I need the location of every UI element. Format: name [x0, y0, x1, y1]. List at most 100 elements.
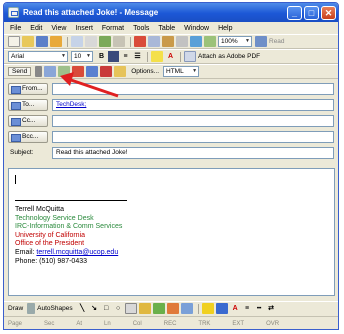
signature-email-line: Email: terrell.mcquitta@ucop.edu [15, 249, 334, 258]
signature-email-label: Email: [15, 248, 35, 256]
importance-high-icon[interactable] [72, 66, 85, 77]
spelling-icon[interactable] [99, 36, 111, 47]
status-ovr: OVR [266, 320, 280, 327]
arrow-style-icon[interactable]: ⇄ [266, 303, 277, 314]
menu-file[interactable]: File [10, 25, 21, 32]
from-field[interactable] [52, 82, 334, 95]
from-row: From... [8, 81, 334, 96]
signature-divider [15, 200, 127, 201]
select-objects-icon[interactable] [27, 303, 36, 314]
drawing-toolbar: Draw AutoShapes ╲ ↘ □ ○ A ≡ ┅ ⇄ [4, 301, 338, 315]
line-icon[interactable]: ╲ [77, 303, 88, 314]
line-style-icon[interactable]: ≡ [242, 303, 253, 314]
numbering-icon[interactable]: ☰ [132, 51, 143, 62]
window-title: Read this attached Joke! - Message [23, 8, 159, 17]
menu-format[interactable]: Format [102, 25, 124, 32]
close-button[interactable]: ✕ [321, 5, 336, 20]
menu-table[interactable]: Table [158, 25, 175, 32]
bcc-button[interactable]: Bcc... [8, 130, 48, 143]
print-preview-icon[interactable] [85, 36, 97, 47]
picture-icon[interactable] [180, 303, 193, 314]
read-button[interactable]: Read [269, 38, 285, 45]
standard-toolbar: 100% Read [4, 34, 338, 49]
status-col: Col [132, 320, 142, 327]
arrow-icon[interactable]: ↘ [89, 303, 100, 314]
signature-university: University of California [15, 231, 86, 239]
fill-color-icon[interactable] [201, 303, 214, 314]
options-button[interactable]: Options... [131, 68, 159, 75]
diagram-icon[interactable] [152, 303, 165, 314]
autoshapes-button[interactable]: AutoShapes [37, 305, 72, 312]
highlight-icon[interactable] [151, 51, 163, 62]
title-bar[interactable]: Read this attached Joke! - Message _ □ ✕ [4, 3, 338, 22]
signature-icon[interactable] [114, 66, 127, 77]
columns-icon[interactable] [204, 36, 216, 47]
flag-icon[interactable] [100, 66, 113, 77]
bcc-field[interactable] [52, 130, 334, 143]
cc-field[interactable] [52, 114, 334, 127]
rectangle-icon[interactable]: □ [101, 303, 112, 314]
paste-icon[interactable] [162, 36, 174, 47]
align-icon[interactable] [108, 51, 119, 62]
copy-icon[interactable] [148, 36, 160, 47]
signature-phone: Phone: (510) 987-0433 [15, 257, 87, 265]
status-bar: Page Sec At Ln Col REC TRK EXT OVR [4, 316, 338, 329]
wordart-icon[interactable] [138, 303, 151, 314]
menu-view[interactable]: View [51, 25, 66, 32]
to-row: To... TechDesk; [8, 97, 334, 112]
bullets-icon[interactable]: ≡ [120, 51, 131, 62]
bold-icon[interactable]: B [96, 51, 107, 62]
cc-button[interactable]: Cc... [8, 114, 48, 127]
to-field[interactable]: TechDesk; [52, 98, 334, 111]
status-page: Page [8, 320, 23, 327]
status-trk: TRK [198, 320, 211, 327]
table-icon[interactable] [190, 36, 202, 47]
address-book-icon[interactable] [44, 66, 57, 77]
cc-row: Cc... [8, 113, 334, 128]
font-select[interactable]: Arial [8, 51, 68, 62]
new-icon[interactable] [8, 36, 20, 47]
draw-button[interactable]: Draw [8, 305, 23, 312]
line-color-icon[interactable] [215, 303, 228, 314]
subject-row: Subject: Read this attached Joke! [8, 145, 334, 160]
undo-icon[interactable] [176, 36, 188, 47]
menu-edit[interactable]: Edit [30, 25, 42, 32]
header-fields: From... To... TechDesk; Cc... Bcc... Sub… [4, 79, 338, 163]
importance-low-icon[interactable] [86, 66, 99, 77]
menu-tools[interactable]: Tools [133, 25, 149, 32]
check-names-icon[interactable] [58, 66, 71, 77]
zoom-select[interactable]: 100% [218, 36, 252, 47]
menu-window[interactable]: Window [184, 25, 209, 32]
oval-icon[interactable]: ○ [113, 303, 124, 314]
menu-help[interactable]: Help [218, 25, 232, 32]
message-toolbar: Send Options... HTML [4, 64, 338, 79]
print-icon[interactable] [71, 36, 83, 47]
text-cursor [15, 175, 16, 184]
menu-bar: File Edit View Insert Format Tools Table… [4, 22, 338, 34]
textbox-icon[interactable] [124, 303, 137, 314]
permission-icon[interactable] [50, 36, 62, 47]
from-button[interactable]: From... [8, 82, 48, 95]
send-button[interactable]: Send [8, 67, 32, 76]
font-size-select[interactable]: 10 [71, 51, 93, 62]
clipart-icon[interactable] [166, 303, 179, 314]
signature-email-link[interactable]: terrell.mcquitta@ucop.edu [36, 249, 118, 256]
save-icon[interactable] [36, 36, 48, 47]
help-icon[interactable] [255, 36, 267, 47]
research-icon[interactable] [113, 36, 125, 47]
maximize-button[interactable]: □ [304, 5, 319, 20]
font-color-icon[interactable]: A [165, 51, 176, 62]
to-button[interactable]: To... [8, 98, 48, 111]
open-icon[interactable] [22, 36, 34, 47]
minimize-button[interactable]: _ [287, 5, 302, 20]
attach-pdf-button[interactable]: Attach as Adobe PDF [198, 53, 260, 60]
subject-field[interactable]: Read this attached Joke! [52, 146, 334, 159]
format-select[interactable]: HTML [163, 66, 200, 77]
text-color-icon[interactable]: A [230, 303, 241, 314]
adobe-pdf-icon[interactable] [184, 51, 196, 62]
cut-icon[interactable] [134, 36, 146, 47]
dash-style-icon[interactable]: ┅ [254, 303, 265, 314]
attach-icon[interactable] [35, 66, 43, 77]
message-body[interactable]: Terrell McQuitta Technology Service Desk… [8, 168, 335, 296]
menu-insert[interactable]: Insert [75, 25, 93, 32]
